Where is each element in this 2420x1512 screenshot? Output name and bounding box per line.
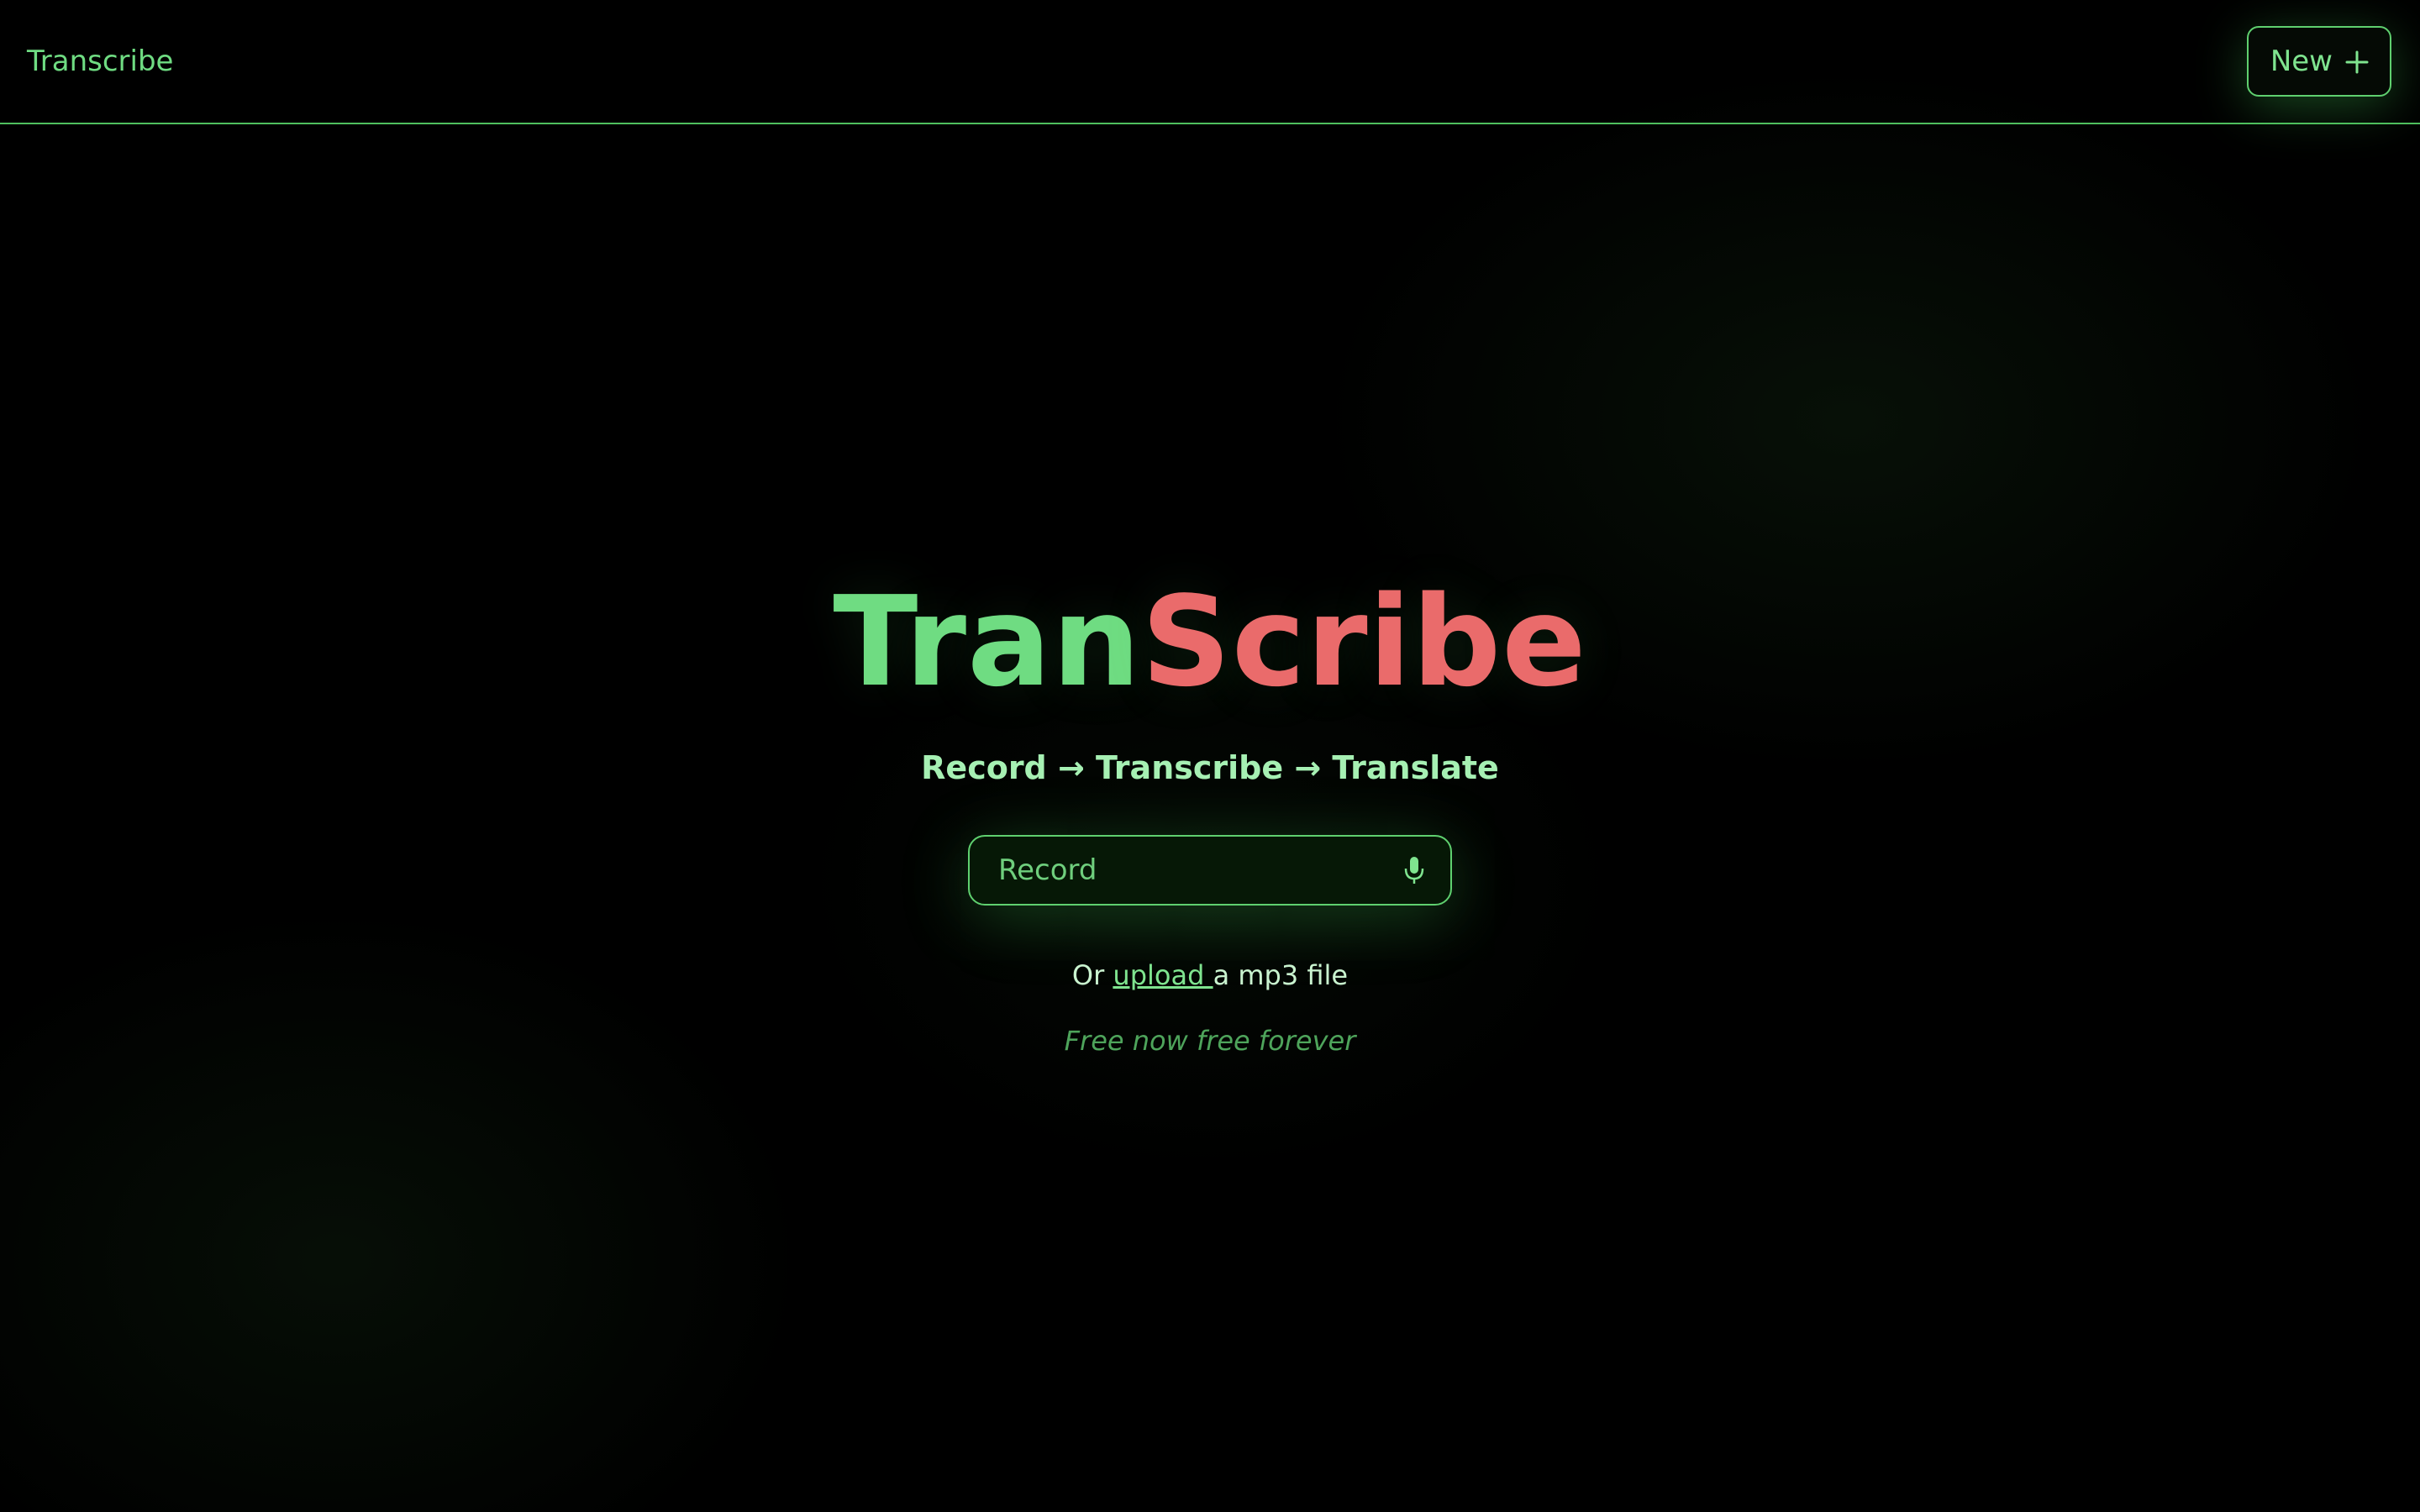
upload-link[interactable]: upload (1113, 959, 1213, 991)
plus-icon (2344, 49, 2370, 74)
record-button[interactable]: Record (968, 835, 1452, 906)
record-button-label: Record (998, 853, 1097, 887)
tagline: Free now free forever (1064, 1025, 1356, 1057)
workflow-subtitle: Record → Transcribe → Translate (921, 749, 1499, 786)
hero-section: TranScribe Record → Transcribe → Transla… (0, 580, 2420, 1057)
brand-logo-text[interactable]: Transcribe (27, 45, 173, 78)
upload-prefix: Or (1071, 959, 1113, 991)
title-part-tran: Tran (833, 570, 1142, 714)
top-header: Transcribe New (0, 0, 2420, 124)
new-button[interactable]: New (2246, 26, 2391, 97)
page-title: TranScribe (833, 580, 1586, 704)
microphone-icon (1403, 855, 1425, 885)
title-part-scribe: Scribe (1141, 570, 1587, 714)
upload-suffix: a mp3 file (1213, 959, 1349, 991)
new-button-label: New (2270, 45, 2333, 78)
upload-hint: Or upload a mp3 file (1072, 959, 1348, 991)
